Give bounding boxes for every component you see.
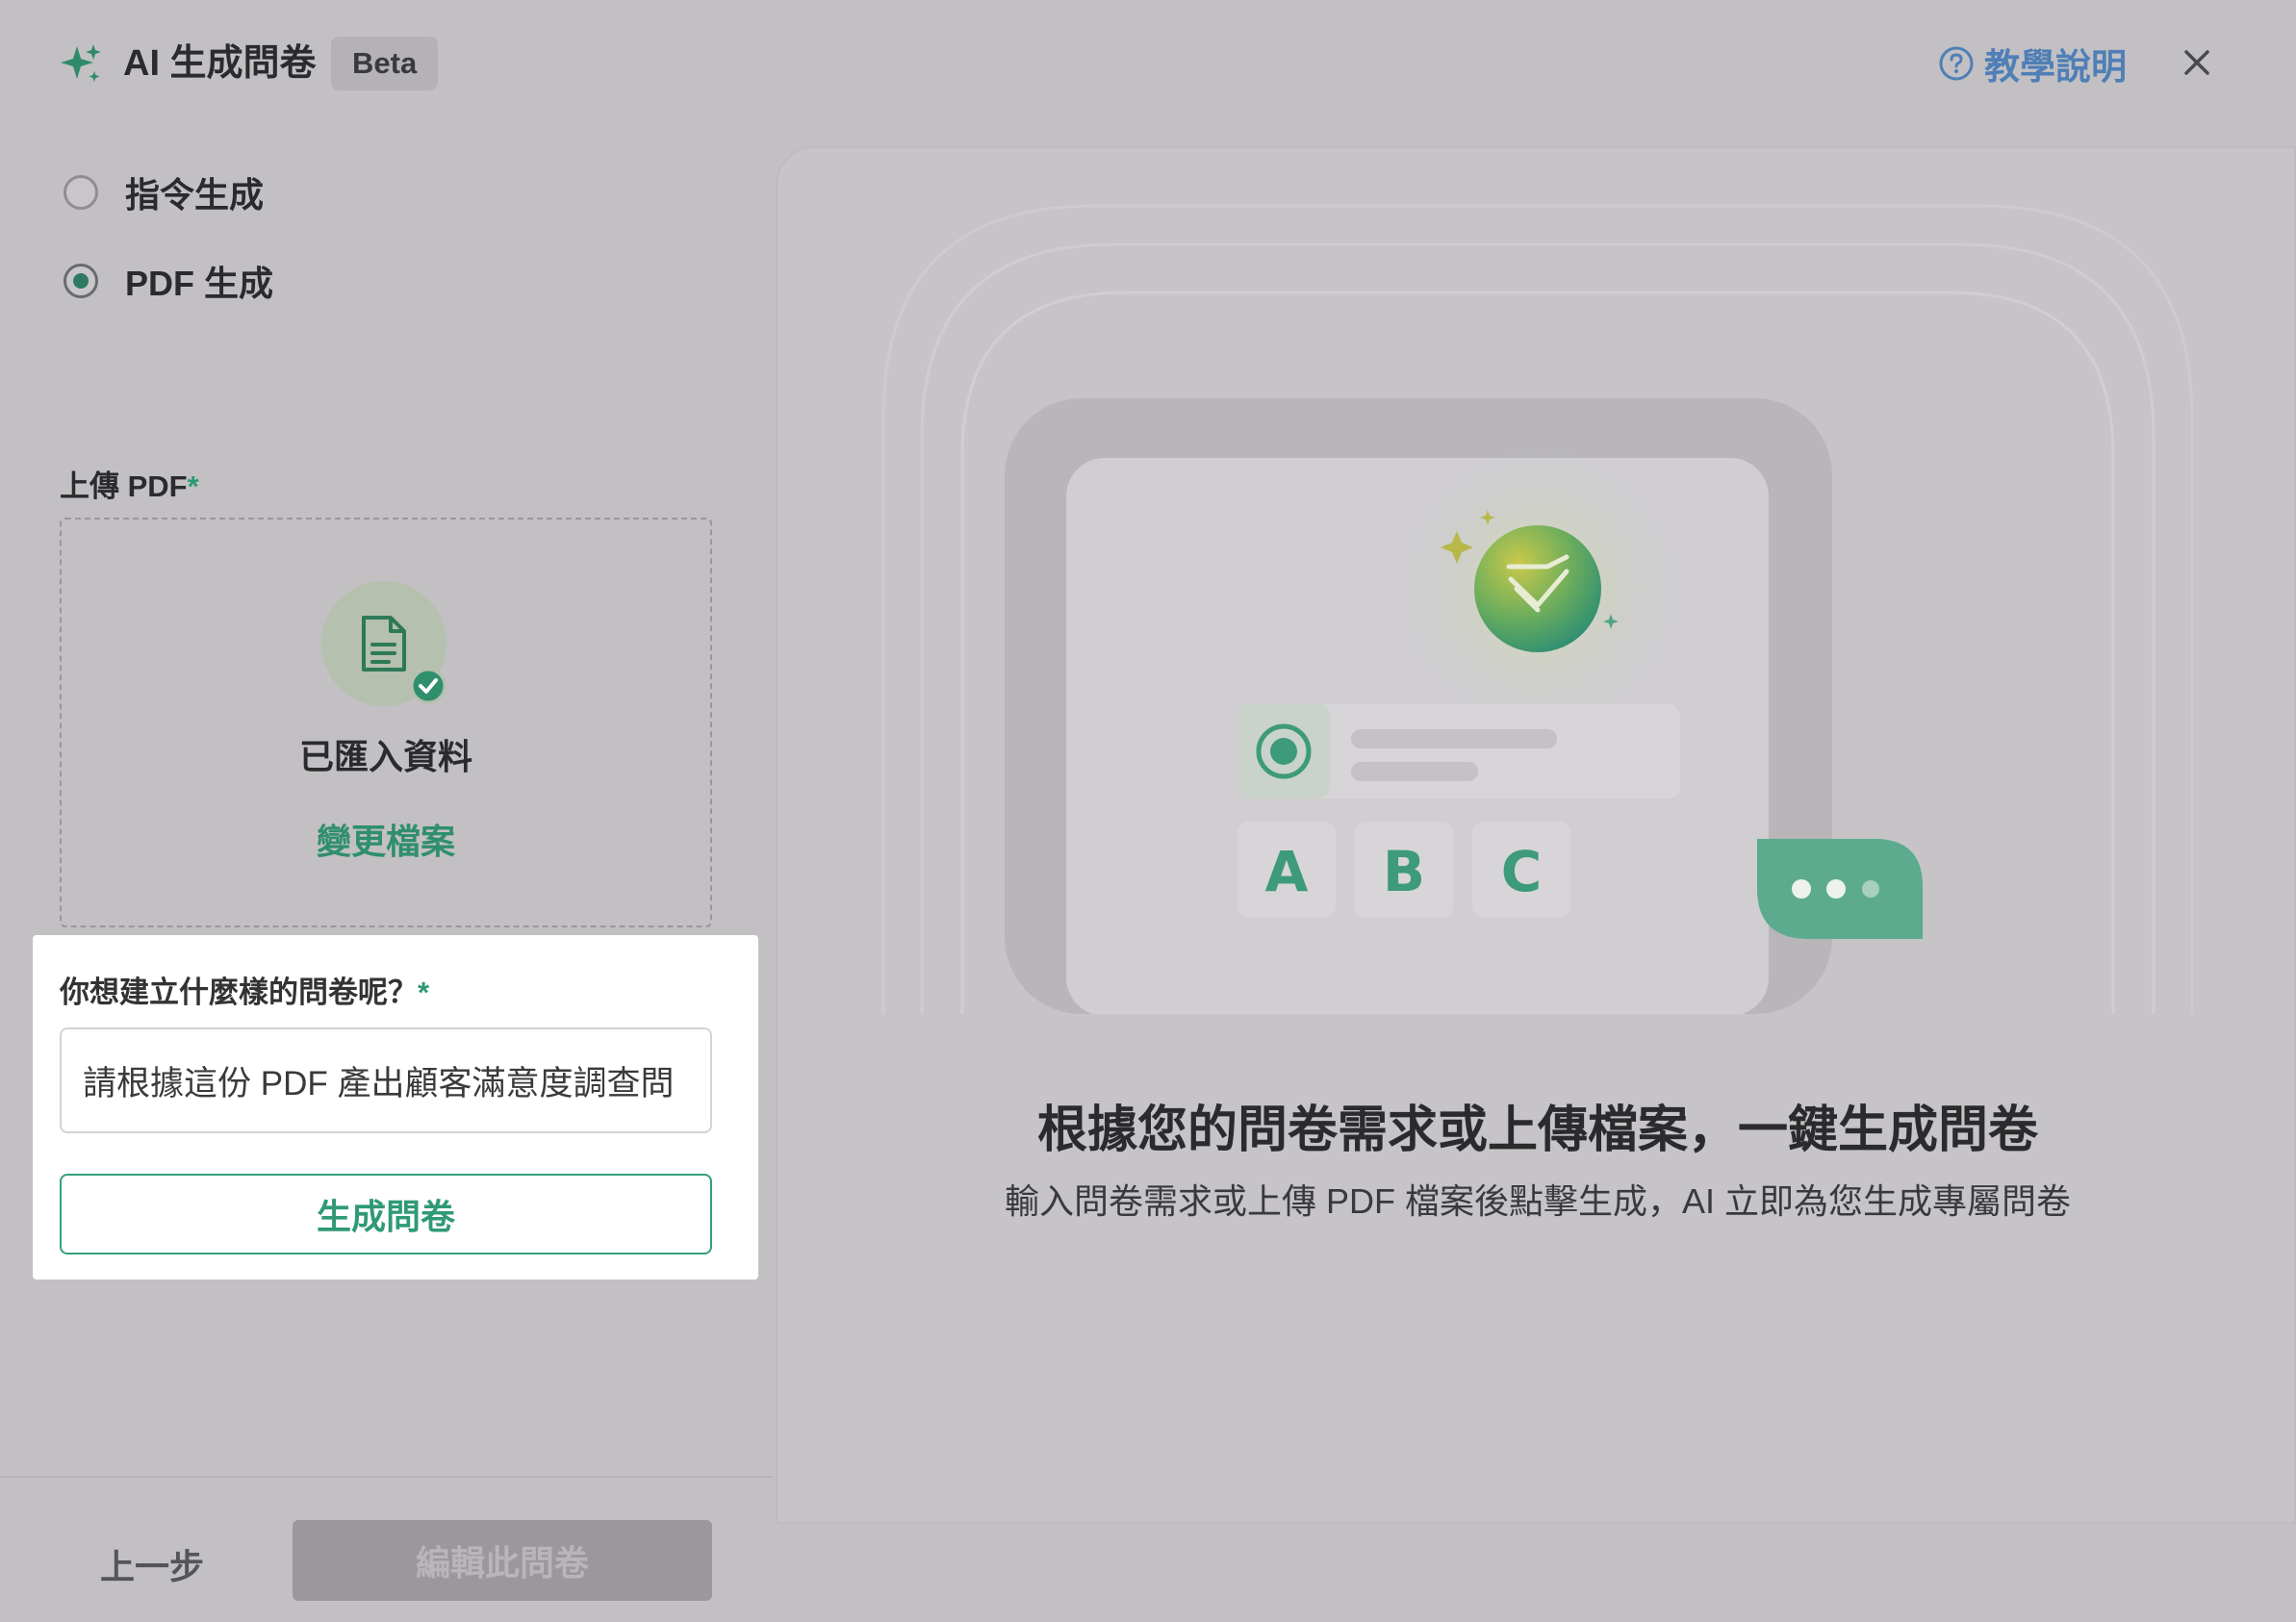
close-icon[interactable] bbox=[2177, 42, 2217, 83]
preview-headline: 根據您的問卷需求或上傳檔案，一鍵生成問卷 bbox=[1036, 1102, 2038, 1158]
imported-status: 已匯入資料 bbox=[298, 737, 472, 776]
required-mark: * bbox=[187, 469, 199, 503]
prompt-input[interactable] bbox=[60, 1027, 712, 1133]
prompt-label: 你想建立什麼樣的問卷呢？* bbox=[60, 968, 429, 1011]
generate-survey-button[interactable]: 生成問卷 bbox=[60, 1174, 712, 1255]
previous-step-button[interactable]: 上一步 bbox=[100, 1539, 204, 1589]
file-imported-badge bbox=[321, 581, 446, 706]
upload-pdf-label: 上傳 PDF* bbox=[60, 462, 199, 505]
pdf-dropzone[interactable]: 已匯入資料 變更檔案 bbox=[60, 518, 712, 927]
beta-badge: Beta bbox=[331, 37, 439, 90]
question-circle-icon bbox=[1939, 46, 1974, 81]
document-icon bbox=[362, 616, 406, 672]
mode-option-instruction[interactable]: 指令生成 bbox=[64, 167, 264, 217]
option-letter-c: C bbox=[1501, 839, 1543, 904]
option-letter-a: A bbox=[1265, 839, 1309, 904]
change-file-link[interactable]: 變更檔案 bbox=[62, 814, 710, 864]
help-link[interactable]: 教學說明 bbox=[1938, 37, 2127, 90]
dialog-title: AI 生成問卷 bbox=[123, 43, 317, 84]
mode-option-label: 指令生成 bbox=[125, 175, 265, 215]
edit-survey-button[interactable]: 編輯此問卷 bbox=[293, 1520, 712, 1601]
radio-button[interactable] bbox=[64, 175, 98, 210]
prompt-label-text: 你想建立什麼樣的問卷呢？ bbox=[60, 976, 418, 1009]
survey-illustration: A B C bbox=[881, 204, 2194, 1014]
dialog-footer: 上一步 編輯此問卷 bbox=[0, 1476, 774, 1622]
mode-option-label: PDF 生成 bbox=[125, 264, 274, 303]
sparkle-icon bbox=[61, 44, 101, 82]
help-label: 教學說明 bbox=[1984, 47, 2127, 87]
upload-label-text: 上傳 PDF bbox=[60, 469, 188, 503]
mode-option-pdf[interactable]: PDF 生成 bbox=[64, 256, 273, 306]
required-mark: * bbox=[418, 976, 430, 1009]
left-panel: 指令生成 PDF 生成 上傳 PDF* 已匯入資料 變更檔案 你想建立什麼樣的問… bbox=[0, 96, 774, 1601]
prompt-card: 你想建立什麼樣的問卷呢？* 生成問卷 bbox=[33, 935, 758, 1280]
check-circle-icon bbox=[410, 668, 446, 704]
ai-orb bbox=[1474, 525, 1601, 652]
radio-button-checked[interactable] bbox=[64, 264, 98, 298]
option-letter-b: B bbox=[1383, 839, 1425, 904]
preview-panel: A B C 根據您的問卷需求或上傳檔案，一鍵生成問卷 輸入問卷需求或上傳 PDF… bbox=[776, 146, 2296, 1524]
preview-subline: 輸入問卷需求或上傳 PDF 檔案後點擊生成，AI 立即為您生成專屬問卷 bbox=[1004, 1181, 2072, 1221]
